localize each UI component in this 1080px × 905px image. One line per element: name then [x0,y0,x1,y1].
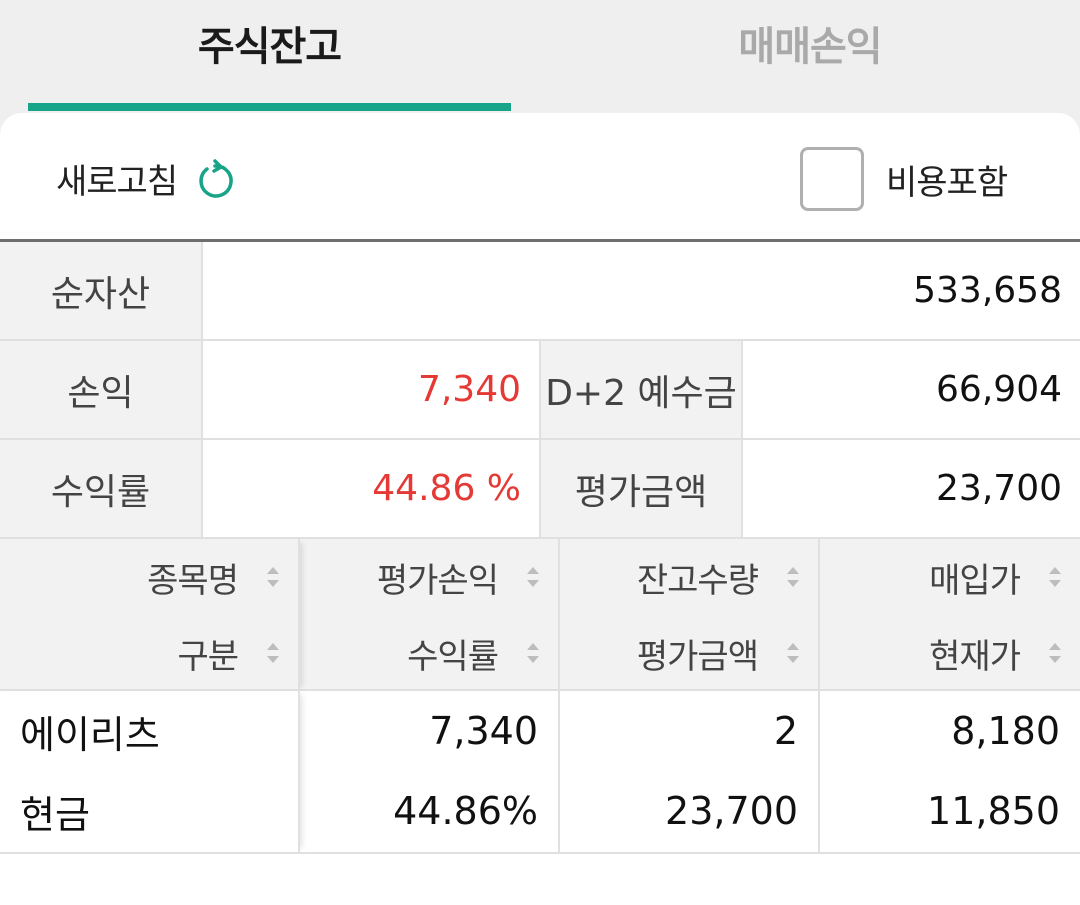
eval-amount-label: 평가금액 [541,440,743,537]
sort-icon [787,567,799,587]
header-return-rate: 수익률 [407,636,499,677]
header-buy-price: 매입가 [929,560,1021,601]
buy-price-value: 8,180 [951,709,1060,753]
summary-row-return: 수익률 44.86 % 평가금액 23,700 [0,440,1080,539]
holdings-table-header: 종목명 구분 평가손익 수익률 잔고수량 평가금액 매입가 현재가 [0,539,1080,691]
balance-card: 새로고침 비용포함 순자산 533,658 손익 7,340 D+2 예수금 6… [0,113,1080,905]
return-rate-cell: 44.86% [393,789,538,833]
refresh-button[interactable]: 새로고침 [56,153,237,203]
return-rate-label: 수익률 [0,440,203,537]
sort-by-buy-price[interactable]: 매입가 [820,539,1080,615]
header-quantity: 잔고수량 [636,560,759,601]
refresh-label: 새로고침 [56,161,178,202]
include-fee-label: 비용포함 [886,162,1008,203]
eval-amount-cell: 23,700 [665,789,798,833]
sort-icon [267,643,279,663]
header-eval-profit: 평가손익 [376,560,499,601]
row-col-profit: 7,340 44.86% [300,691,560,852]
row-col-quantity: 2 23,700 [560,691,820,852]
table-row[interactable]: 에이리츠 현금 7,340 44.86% 2 23,700 8,180 11,8… [0,691,1080,854]
eval-amount-value: 23,700 [743,440,1080,537]
sort-icon [1049,643,1061,663]
tab-bar: 주식잔고 매매손익 [0,0,1080,112]
summary-row-profit: 손익 7,340 D+2 예수금 66,904 [0,341,1080,440]
net-assets-value: 533,658 [203,242,1080,339]
toolbar: 새로고침 비용포함 [0,113,1080,242]
header-col-price: 매입가 현재가 [820,539,1080,691]
row-col-price: 8,180 11,850 [820,691,1080,852]
net-assets-label: 순자산 [0,242,203,339]
include-fee-option: 비용포함 [800,147,1008,211]
header-stock-name: 종목명 [147,560,239,601]
deposit-d2-value: 66,904 [743,341,1080,438]
include-fee-checkbox[interactable] [800,147,864,211]
sort-icon [267,567,279,587]
sort-icon [527,567,539,587]
sort-icon [1049,567,1061,587]
tab-trade-profit[interactable]: 매매손익 [570,0,1050,112]
active-tab-indicator [28,103,511,111]
refresh-icon [193,158,237,202]
quantity-value: 2 [773,709,798,753]
sort-icon [527,643,539,663]
header-col-name: 종목명 구분 [0,539,300,691]
sort-by-eval-profit[interactable]: 평가손익 [300,539,558,615]
sort-by-eval-amount[interactable]: 평가금액 [560,615,818,691]
sort-by-current-price[interactable]: 현재가 [820,615,1080,691]
eval-profit-value: 7,340 [429,709,538,753]
sort-by-quantity[interactable]: 잔고수량 [560,539,818,615]
row-col-name: 에이리츠 현금 [0,691,300,852]
sort-by-return-rate[interactable]: 수익률 [300,615,558,691]
profit-value: 7,340 [203,341,541,438]
return-rate-value: 44.86 % [203,440,541,537]
deposit-d2-label: D+2 예수금 [541,341,743,438]
summary-row-net-assets: 순자산 533,658 [0,242,1080,341]
current-price-value: 11,850 [927,789,1060,833]
sort-by-stock-name[interactable]: 종목명 [0,539,298,615]
header-col-profit: 평가손익 수익률 [300,539,560,691]
header-eval-amount: 평가금액 [636,636,759,677]
profit-label: 손익 [0,341,203,438]
header-current-price: 현재가 [929,636,1021,677]
tab-stock-balance[interactable]: 주식잔고 [28,0,511,112]
header-col-quantity: 잔고수량 평가금액 [560,539,820,691]
stock-name: 에이리츠 [20,712,160,757]
sort-by-type[interactable]: 구분 [0,615,298,691]
header-type: 구분 [177,636,239,677]
sort-icon [787,643,799,663]
account-type: 현금 [20,792,90,837]
